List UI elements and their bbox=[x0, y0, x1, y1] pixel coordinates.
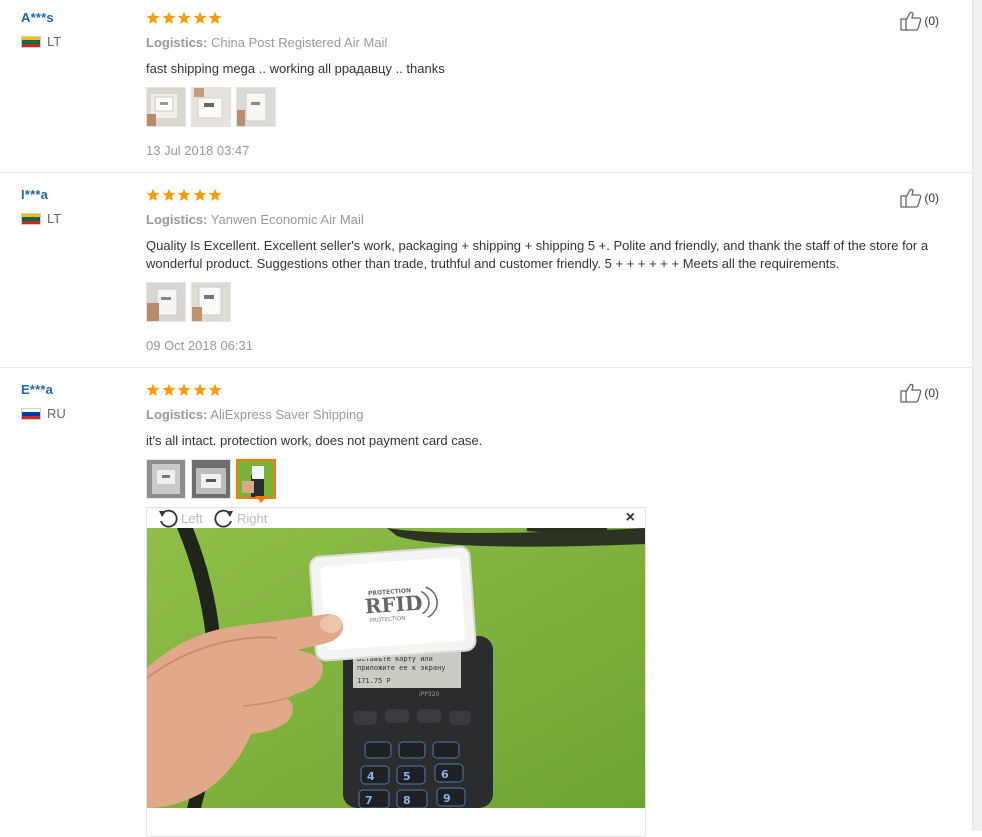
reviewer-country: LT bbox=[21, 211, 62, 226]
star-icon bbox=[193, 188, 206, 201]
star-icon bbox=[146, 383, 160, 396]
svg-text:7: 7 bbox=[365, 794, 373, 807]
logistics-label: Logistics: bbox=[146, 407, 208, 422]
reviewer-name: E***a bbox=[21, 382, 54, 397]
star-icon bbox=[162, 188, 175, 201]
thumbs-up-icon bbox=[900, 383, 922, 403]
rating-stars bbox=[146, 188, 946, 202]
helpful-button[interactable]: (0) bbox=[900, 188, 939, 208]
star-icon bbox=[208, 188, 222, 201]
flag-icon bbox=[21, 36, 41, 48]
review-content: Logistics: Yanwen Economic Air Mail Qual… bbox=[146, 188, 946, 354]
reviewer-info: A***s LT bbox=[21, 11, 61, 48]
review-text: fast shipping mega .. working all ррадав… bbox=[146, 61, 445, 76]
star-icon bbox=[208, 383, 222, 396]
review-item: I***a LT Logistics: Yanwen Economic Air … bbox=[0, 188, 972, 368]
logistics-value: Yanwen Economic Air Mail bbox=[210, 212, 364, 227]
helpful-count: (0) bbox=[924, 14, 939, 28]
helpful-count: (0) bbox=[924, 386, 939, 400]
terminal-screen-line2: приложите ее к экрану bbox=[357, 664, 446, 672]
rotate-right-button[interactable]: Right bbox=[213, 508, 267, 528]
flag-icon bbox=[21, 408, 41, 420]
star-icon bbox=[146, 188, 160, 201]
svg-text:5: 5 bbox=[403, 770, 411, 783]
review-photos bbox=[146, 282, 946, 322]
review-date: 13 Jul 2018 03:47 bbox=[146, 143, 250, 158]
review-photo-thumbnail[interactable] bbox=[191, 282, 231, 322]
svg-text:6: 6 bbox=[441, 768, 449, 781]
logistics-value: China Post Registered Air Mail bbox=[211, 35, 388, 50]
star-icon bbox=[162, 11, 175, 24]
helpful-button[interactable]: (0) bbox=[900, 11, 939, 31]
star-icon bbox=[193, 11, 206, 24]
rating-stars bbox=[146, 383, 946, 397]
logistics-info: Logistics: Yanwen Economic Air Mail bbox=[146, 212, 946, 228]
review-content: Logistics: China Post Registered Air Mai… bbox=[146, 11, 946, 159]
scrollbar[interactable] bbox=[972, 0, 982, 831]
star-icon bbox=[177, 11, 191, 24]
review-photos bbox=[146, 87, 946, 127]
terminal-screen-amount: 171.75 Р bbox=[357, 677, 391, 685]
logistics-info: Logistics: AliExpress Saver Shipping bbox=[146, 407, 946, 423]
terminal-model: iPP320 bbox=[419, 691, 440, 698]
star-icon bbox=[177, 188, 191, 201]
country-code: LT bbox=[47, 211, 62, 226]
reviewer-country: RU bbox=[21, 406, 66, 421]
star-icon bbox=[146, 11, 160, 24]
svg-text:4: 4 bbox=[367, 770, 375, 783]
review-photo-thumbnail[interactable] bbox=[146, 459, 186, 499]
selected-photo-pointer bbox=[255, 496, 267, 503]
rotate-left-icon bbox=[159, 509, 178, 528]
review-photos bbox=[146, 459, 946, 499]
country-code: LT bbox=[47, 34, 62, 49]
rotate-right-icon bbox=[214, 509, 233, 528]
logistics-label: Logistics: bbox=[146, 212, 208, 227]
country-code: RU bbox=[47, 406, 66, 421]
reviewer-country: LT bbox=[21, 34, 62, 49]
reviewer-info: E***a RU bbox=[21, 383, 66, 420]
star-icon bbox=[162, 383, 175, 396]
rating-stars bbox=[146, 11, 946, 25]
rotate-left-label: Left bbox=[181, 510, 203, 526]
review-photo-thumbnail[interactable] bbox=[236, 87, 276, 127]
rotate-right-label: Right bbox=[237, 510, 268, 526]
svg-text:9: 9 bbox=[443, 792, 451, 805]
helpful-count: (0) bbox=[924, 191, 939, 205]
photo-viewer: Left Right × Вставьте карту или приложит… bbox=[146, 507, 646, 837]
review-photo-thumbnail[interactable] bbox=[146, 87, 186, 127]
review-date: 09 Oct 2018 06:31 bbox=[146, 338, 253, 353]
review-photo-large: Вставьте карту или приложите ее к экрану… bbox=[147, 528, 645, 808]
card-brand: RFID bbox=[364, 591, 423, 619]
review-text: Quality Is Excellent. Excellent seller's… bbox=[146, 238, 929, 271]
flag-icon bbox=[21, 213, 41, 225]
review-photo-thumbnail[interactable] bbox=[191, 87, 231, 127]
star-icon bbox=[177, 383, 191, 396]
star-icon bbox=[208, 11, 222, 24]
reviewer-name: A***s bbox=[21, 10, 54, 25]
review-photo-thumbnail[interactable] bbox=[191, 459, 231, 499]
thumbs-up-icon bbox=[900, 11, 922, 31]
logistics-info: Logistics: China Post Registered Air Mai… bbox=[146, 35, 946, 51]
review-content: Logistics: AliExpress Saver Shipping it'… bbox=[146, 383, 946, 499]
reviewer-info: I***a LT bbox=[21, 188, 61, 225]
review-photo-thumbnail[interactable] bbox=[146, 282, 186, 322]
reviewer-name: I***a bbox=[21, 187, 49, 202]
svg-text:8: 8 bbox=[403, 794, 411, 807]
star-icon bbox=[193, 383, 206, 396]
viewer-toolbar: Left Right × bbox=[147, 508, 645, 528]
review-text: it's all intact. protection work, does n… bbox=[146, 433, 483, 448]
review-photo-thumbnail-selected[interactable] bbox=[236, 459, 276, 499]
thumbs-up-icon bbox=[900, 188, 922, 208]
helpful-button[interactable]: (0) bbox=[900, 383, 939, 403]
review-item: A***s LT Logistics: China Post Registere… bbox=[0, 11, 972, 173]
rotate-left-button[interactable]: Left bbox=[157, 508, 203, 528]
logistics-label: Logistics: bbox=[146, 35, 208, 50]
logistics-value: AliExpress Saver Shipping bbox=[210, 407, 364, 422]
close-icon[interactable]: × bbox=[626, 510, 635, 526]
